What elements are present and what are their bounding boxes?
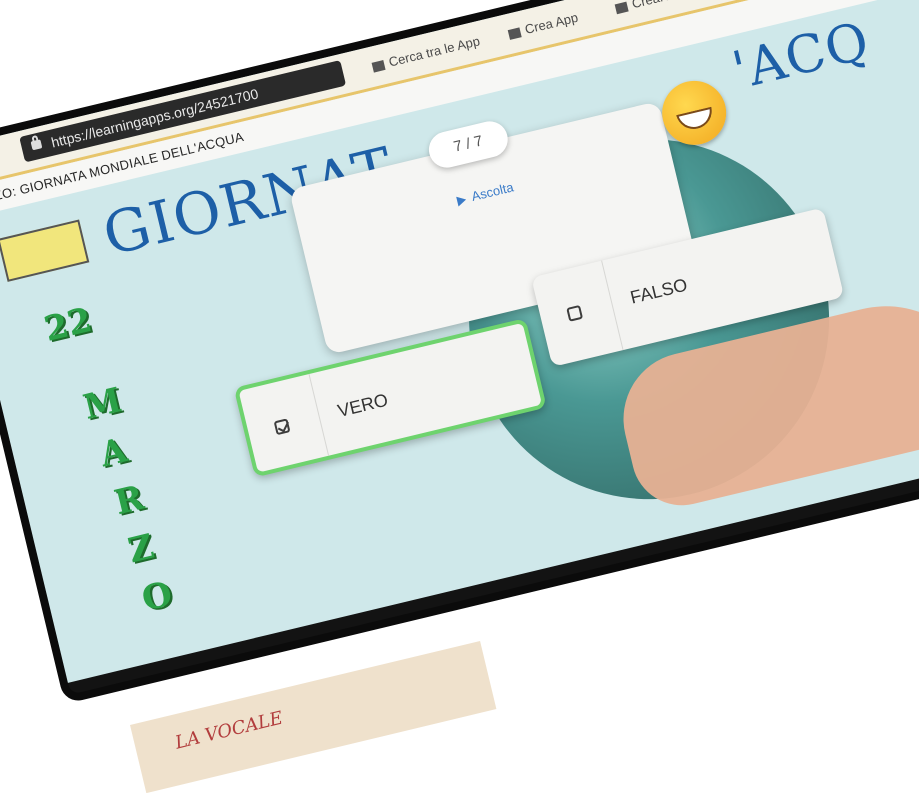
monitor-frame: ↻ https://learningapps.org/24521700 Cerc…	[0, 0, 919, 695]
pencil-icon	[507, 26, 522, 40]
sticker-image	[0, 219, 90, 282]
background-month-letter: M	[79, 380, 126, 428]
background-month-letter: Z	[124, 526, 158, 572]
grid-icon	[371, 59, 386, 73]
search-apps-label: Cerca tra le App	[387, 33, 482, 70]
create-app-link[interactable]: Crea App	[507, 10, 580, 41]
lock-icon	[30, 139, 43, 151]
answer-label: FALSO	[628, 274, 690, 308]
unchecked-checkbox-icon[interactable]	[566, 304, 584, 322]
desk-doodle: LA VOCALE	[173, 707, 285, 754]
answer-label: VERO	[335, 389, 390, 422]
listen-label: Ascolta	[470, 179, 515, 204]
collection-icon	[614, 1, 629, 14]
checked-checkbox-icon[interactable]	[273, 418, 291, 436]
answer-vero[interactable]: VERO	[233, 317, 547, 478]
background-month-letter: R	[110, 477, 148, 524]
play-icon	[456, 194, 468, 207]
question-counter: 7 / 7	[425, 117, 512, 172]
create-app-label: Crea App	[523, 9, 580, 37]
answer-checkbox-area[interactable]	[238, 373, 330, 473]
background-month-letter: A	[96, 430, 132, 476]
background-month-letter: O	[138, 573, 177, 620]
browser-screen: ↻ https://learningapps.org/24521700 Cerc…	[0, 0, 919, 683]
background-date-day: 22	[40, 299, 96, 350]
